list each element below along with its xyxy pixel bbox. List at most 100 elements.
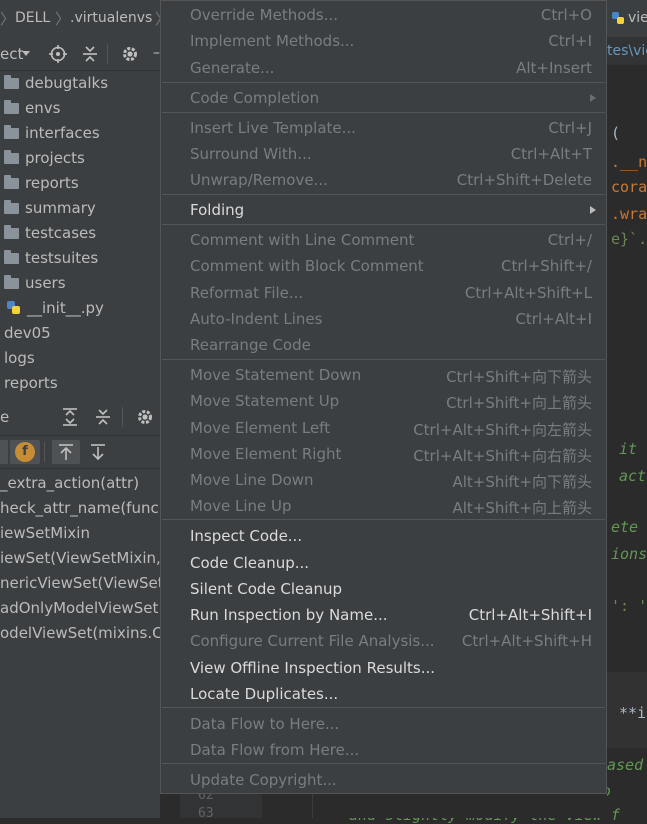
menu-item-label: Surround With... (190, 145, 312, 163)
menu-item-generate[interactable]: Generate... Alt+Insert (161, 55, 606, 81)
menu-item-label: Insert Live Template... (190, 119, 356, 137)
tree-item[interactable]: envs (4, 96, 60, 121)
menu-item-shortcut: Alt+Insert (516, 59, 592, 77)
indent-guide (312, 794, 313, 818)
scroll-to-source-icon (59, 444, 73, 460)
structure-item[interactable]: odelViewSet(mixins.Cr (0, 621, 160, 645)
code-line: act (619, 467, 647, 485)
structure-item[interactable]: iewSet(ViewSetMixin, v (0, 546, 160, 570)
hide-icon[interactable]: – (153, 45, 160, 61)
menu-item-move-statement-up[interactable]: Move Statement Up Ctrl+Shift+向上箭头 (161, 388, 606, 414)
autoscroll-to-source-toggle[interactable] (52, 440, 80, 464)
collapse-all-icon[interactable] (82, 45, 98, 63)
menu-item-silent-code-cleanup[interactable]: Silent Code Cleanup (161, 576, 606, 602)
menu-item-code-cleanup[interactable]: Code Cleanup... (161, 550, 606, 576)
code-line: ete (611, 518, 639, 536)
menu-item-shortcut: Ctrl+Shift+/ (501, 257, 592, 275)
menu-item-update-copyright[interactable]: Update Copyright... (161, 767, 606, 793)
tree-item[interactable]: summary (4, 196, 96, 221)
gear-icon[interactable] (136, 408, 154, 426)
structure-item[interactable]: nericViewSet(ViewSet (0, 571, 160, 595)
project-panel: ect – debugtalks envs interfaces projects re… (0, 37, 160, 399)
tree-item-label: envs (25, 99, 61, 117)
locate-target-icon[interactable] (49, 45, 67, 63)
submenu-arrow-icon (590, 94, 596, 102)
line-number: 63 (198, 806, 214, 821)
menu-item-view-offline-inspection-results[interactable]: View Offline Inspection Results... (161, 655, 606, 681)
scroll-from-source-icon[interactable] (90, 443, 106, 461)
gear-icon[interactable] (121, 45, 139, 63)
tree-item[interactable]: projects (4, 146, 85, 171)
menu-item-data-flow-to-here[interactable]: Data Flow to Here... (161, 711, 606, 737)
folder-icon (4, 250, 19, 264)
editor-tab[interactable]: vie (607, 0, 647, 37)
toolbar-divider (122, 407, 123, 427)
menu-item-locate-duplicates[interactable]: Locate Duplicates... (161, 681, 606, 707)
menu-item-move-line-down[interactable]: Move Line Down Alt+Shift+向下箭头 (161, 467, 606, 493)
menu-item-comment-with-block-comment[interactable]: Comment with Block Comment Ctrl+Shift+/ (161, 253, 606, 279)
menu-item-move-element-left[interactable]: Move Element Left Ctrl+Alt+Shift+向左箭头 (161, 415, 606, 441)
menu-item-label: Move Statement Down (190, 366, 362, 384)
tree-item[interactable]: reports (4, 171, 79, 196)
code-line: **i (619, 704, 647, 722)
menu-separator (162, 519, 605, 520)
menu-item-move-statement-down[interactable]: Move Statement Down Ctrl+Shift+向下箭头 (161, 362, 606, 388)
folder-icon (4, 225, 19, 239)
structure-title: e (0, 408, 10, 426)
structure-item[interactable]: adOnlyModelViewSet (0, 596, 158, 620)
menu-item-label: Code Completion (190, 89, 320, 107)
menu-item-run-inspection-by-name[interactable]: Run Inspection by Name... Ctrl+Alt+Shift+… (161, 602, 606, 628)
menu-item-folding[interactable]: Folding (161, 197, 606, 223)
editor-code-area[interactable] (262, 794, 607, 818)
menu-item-shortcut: Ctrl+J (548, 119, 592, 137)
menu-item-move-element-right[interactable]: Move Element Right Ctrl+Alt+Shift+向右箭头 (161, 441, 606, 467)
menu-item-code-completion[interactable]: Code Completion (161, 85, 606, 111)
menu-item-surround-with[interactable]: Surround With... Ctrl+Alt+T (161, 141, 606, 167)
tree-item[interactable]: dev05 (4, 321, 51, 346)
menu-item-insert-live-template[interactable]: Insert Live Template... Ctrl+J (161, 115, 606, 141)
tree-item[interactable]: logs (4, 346, 35, 371)
menu-item-shortcut: Ctrl+Alt+I (515, 310, 592, 328)
menu-item-move-line-up[interactable]: Move Line Up Alt+Shift+向上箭头 (161, 493, 606, 519)
menu-item-implement-methods[interactable]: Implement Methods... Ctrl+I (161, 28, 606, 54)
show-methods-toggle[interactable] (0, 440, 8, 464)
menu-item-label: Rearrange Code (190, 336, 311, 354)
menu-item-shortcut: Ctrl+O (540, 6, 592, 24)
tree-item[interactable]: testcases (4, 221, 96, 246)
structure-item[interactable]: heck_attr_name(func, n (0, 496, 160, 520)
tree-item[interactable]: users (4, 271, 66, 296)
tree-item-label: __init__.py (27, 299, 104, 317)
menu-item-comment-with-line-comment[interactable]: Comment with Line Comment Ctrl+/ (161, 227, 606, 253)
show-fields-toggle[interactable]: f (10, 440, 40, 464)
project-view-selector[interactable]: ect (0, 45, 23, 63)
tree-item[interactable]: debugtalks (4, 71, 108, 96)
menu-separator (162, 359, 605, 360)
breadcrumb-virtualenvs[interactable]: .virtualenvs (70, 10, 152, 26)
tree-item-label: reports (4, 374, 58, 392)
expand-all-icon[interactable] (62, 408, 78, 426)
tree-item-label: testsuites (25, 249, 99, 267)
structure-item[interactable]: _extra_action(attr) (0, 471, 139, 495)
menu-item-rearrange-code[interactable]: Rearrange Code (161, 332, 606, 358)
menu-item-reformat-file[interactable]: Reformat File... Ctrl+Alt+Shift+L (161, 280, 606, 306)
menu-item-configure-current-file-analysis[interactable]: Configure Current File Analysis... Ctrl+A… (161, 628, 606, 654)
menu-item-unwrap-remove[interactable]: Unwrap/Remove... Ctrl+Shift+Delete (161, 167, 606, 193)
collapse-all-icon[interactable] (95, 408, 111, 426)
menu-item-inspect-code[interactable]: Inspect Code... (161, 523, 606, 549)
tree-item[interactable]: interfaces (4, 121, 100, 146)
tree-item[interactable]: __init__.py (6, 296, 104, 321)
breadcrumb-dell[interactable]: DELL (15, 10, 50, 26)
menu-item-auto-indent-lines[interactable]: Auto-Indent Lines Ctrl+Alt+I (161, 306, 606, 332)
menu-item-shortcut: Ctrl+Shift+Delete (456, 171, 592, 189)
structure-item[interactable]: iewSetMixin (0, 521, 90, 545)
menu-item-label: Generate... (190, 59, 275, 77)
menu-item-label: Move Line Up (190, 497, 292, 515)
menu-item-label: Move Element Left (190, 419, 331, 437)
tree-item[interactable]: testsuites (4, 246, 98, 271)
menu-item-data-flow-from-here[interactable]: Data Flow from Here... (161, 737, 606, 763)
tree-item[interactable]: reports (4, 371, 58, 396)
code-line: .__n (611, 153, 647, 171)
menu-item-label: Move Statement Up (190, 392, 340, 410)
menu-item-override-methods[interactable]: Override Methods... Ctrl+O (161, 2, 606, 28)
dropdown-arrow-icon[interactable] (22, 51, 30, 56)
